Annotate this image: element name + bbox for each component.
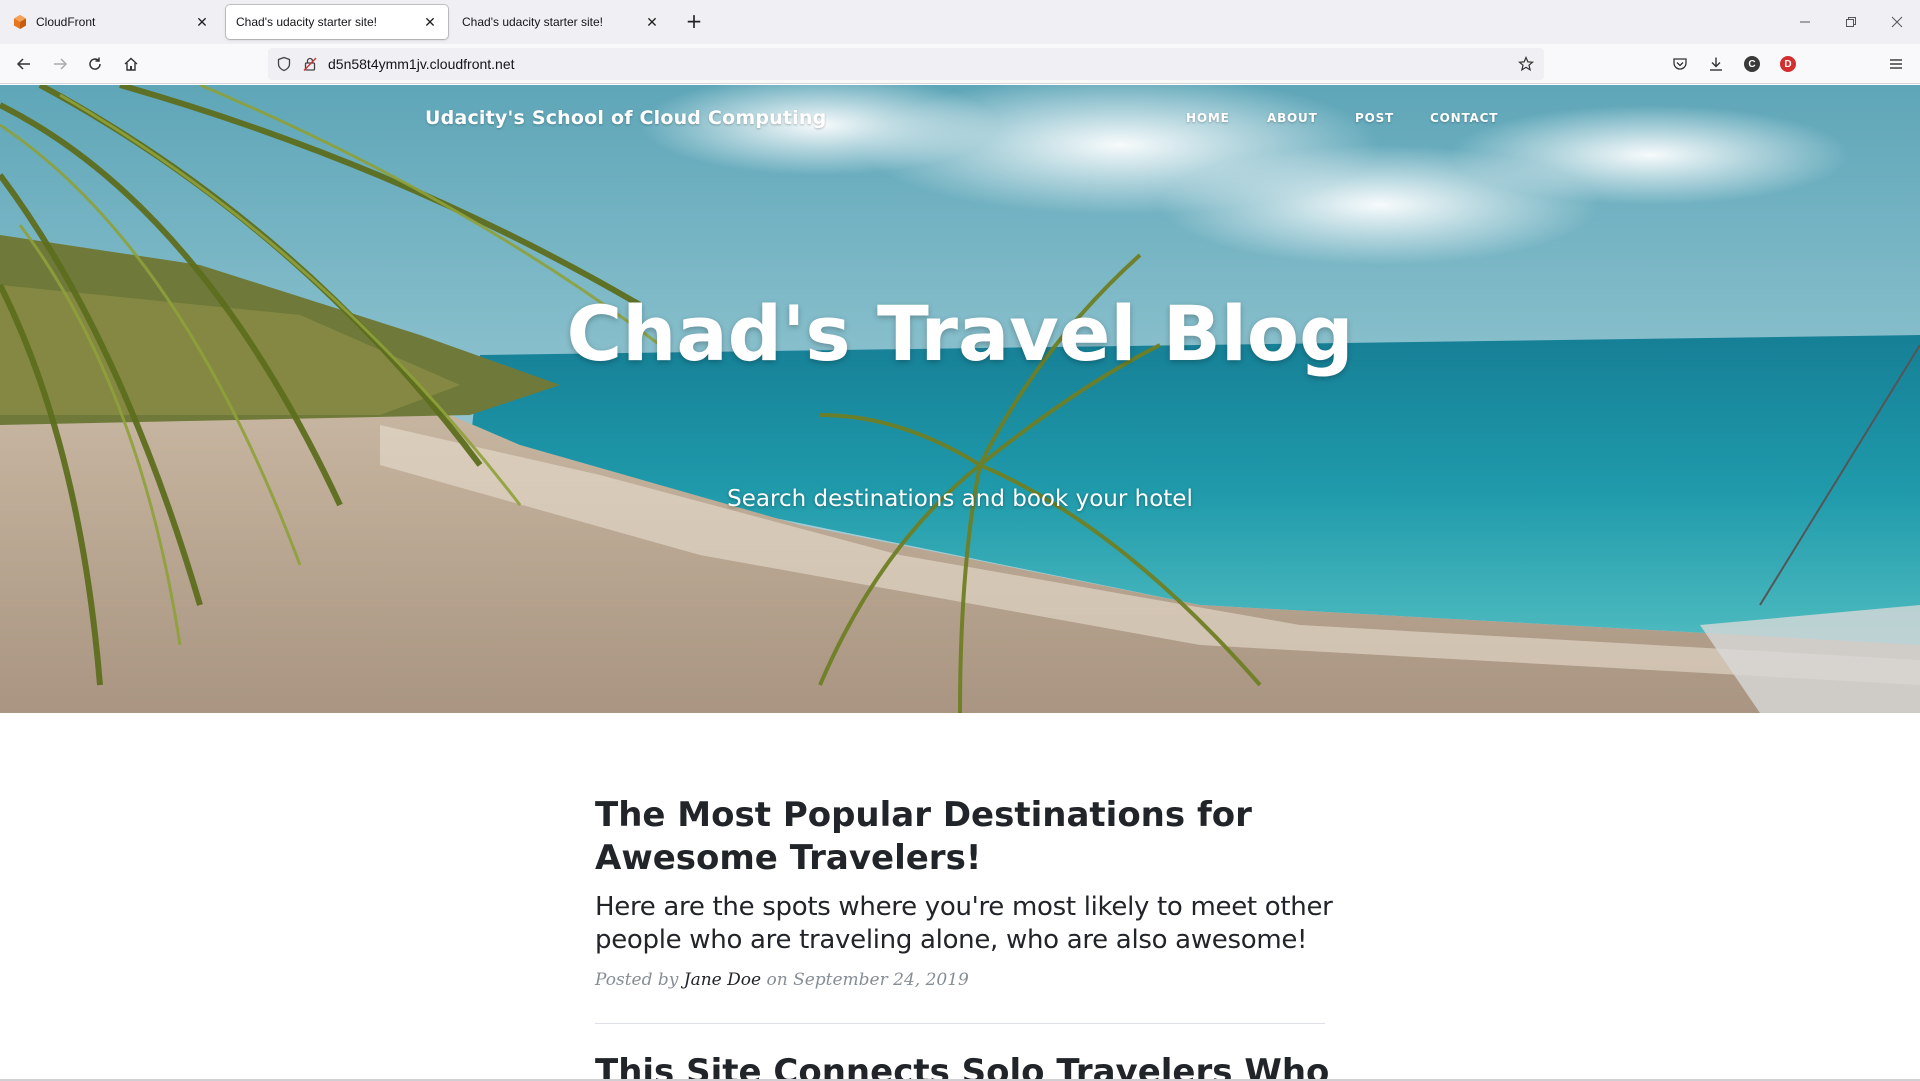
post-meta-on: on [766, 970, 788, 990]
post-title[interactable]: This Site Connects Solo Travelers Who [595, 1051, 1335, 1079]
minimize-button[interactable] [1782, 8, 1828, 36]
star-bookmark-icon[interactable] [1518, 56, 1534, 72]
nav-home[interactable]: HOME [1186, 111, 1230, 125]
shield-icon[interactable] [276, 56, 292, 72]
pocket-button[interactable] [1666, 50, 1694, 78]
hero-subtitle: Search destinations and book your hotel [727, 486, 1193, 512]
download-icon [1710, 57, 1722, 71]
post-divider [595, 1023, 1325, 1024]
new-tab-button[interactable]: + [680, 10, 708, 34]
browser-tab-bar: CloudFront ✕ Chad's udacity starter site… [0, 0, 1920, 44]
downloads-button[interactable] [1702, 50, 1730, 78]
minimize-icon [1800, 21, 1810, 23]
post-title[interactable]: The Most Popular Destinations for Awesom… [595, 794, 1325, 880]
arrow-right-icon [54, 58, 68, 70]
close-window-button[interactable] [1874, 8, 1920, 36]
address-bar[interactable]: d5n58t4ymm1jv.cloudfront.net [268, 48, 1544, 80]
post-author-link[interactable]: Jane Doe [684, 970, 761, 990]
lock-icon[interactable] [302, 56, 318, 72]
masthead: Udacity's School of Cloud Computing HOME… [0, 85, 1920, 713]
site-brand[interactable]: Udacity's School of Cloud Computing [425, 107, 826, 129]
tab-active-starter-site[interactable]: Chad's udacity starter site! ✕ [226, 5, 448, 39]
post-meta: Posted by Jane Doe on September 24, 2019 [595, 970, 969, 990]
extension-d-icon: D [1780, 56, 1796, 72]
browser-toolbar: d5n58t4ymm1jv.cloudfront.net C D [0, 44, 1920, 84]
reload-icon [89, 57, 101, 70]
post-meta-prefix: Posted by [595, 970, 679, 990]
back-button[interactable] [10, 50, 38, 78]
tab-title: Chad's udacity starter site! [462, 15, 604, 29]
close-icon[interactable]: ✕ [422, 14, 438, 30]
post-subtitle[interactable]: Here are the spots where you're most lik… [595, 891, 1335, 957]
beach-hero-image [0, 85, 1920, 713]
home-button[interactable] [117, 50, 145, 78]
nav-contact[interactable]: CONTACT [1430, 111, 1498, 125]
tab-cloudfront[interactable]: CloudFront ✕ [2, 5, 220, 39]
nav-about[interactable]: ABOUT [1267, 111, 1318, 125]
close-icon[interactable]: ✕ [644, 14, 660, 30]
tab-title: CloudFront [36, 15, 96, 29]
extension-c-icon: C [1744, 56, 1760, 72]
hero-title: Chad's Travel Blog [566, 289, 1354, 378]
close-icon[interactable]: ✕ [194, 14, 210, 30]
post-date: September 24, 2019 [793, 970, 969, 990]
restore-icon [1846, 17, 1856, 27]
restore-button[interactable] [1828, 8, 1874, 36]
aws-cube-icon [14, 15, 26, 29]
extension-c-button[interactable]: C [1738, 50, 1766, 78]
nav-post[interactable]: POST [1355, 111, 1394, 125]
hamburger-menu-icon [1890, 59, 1902, 69]
tab-starter-site[interactable]: Chad's udacity starter site! ✕ [452, 5, 670, 39]
close-icon [1891, 16, 1903, 28]
pocket-icon [1673, 58, 1687, 70]
arrow-left-icon [16, 58, 30, 70]
extension-d-button[interactable]: D [1774, 50, 1802, 78]
menu-button[interactable] [1882, 50, 1910, 78]
home-icon [124, 57, 138, 71]
tab-title: Chad's udacity starter site! [236, 15, 378, 29]
forward-button[interactable] [46, 50, 74, 78]
url-text[interactable]: d5n58t4ymm1jv.cloudfront.net [328, 56, 515, 72]
reload-button[interactable] [81, 50, 109, 78]
